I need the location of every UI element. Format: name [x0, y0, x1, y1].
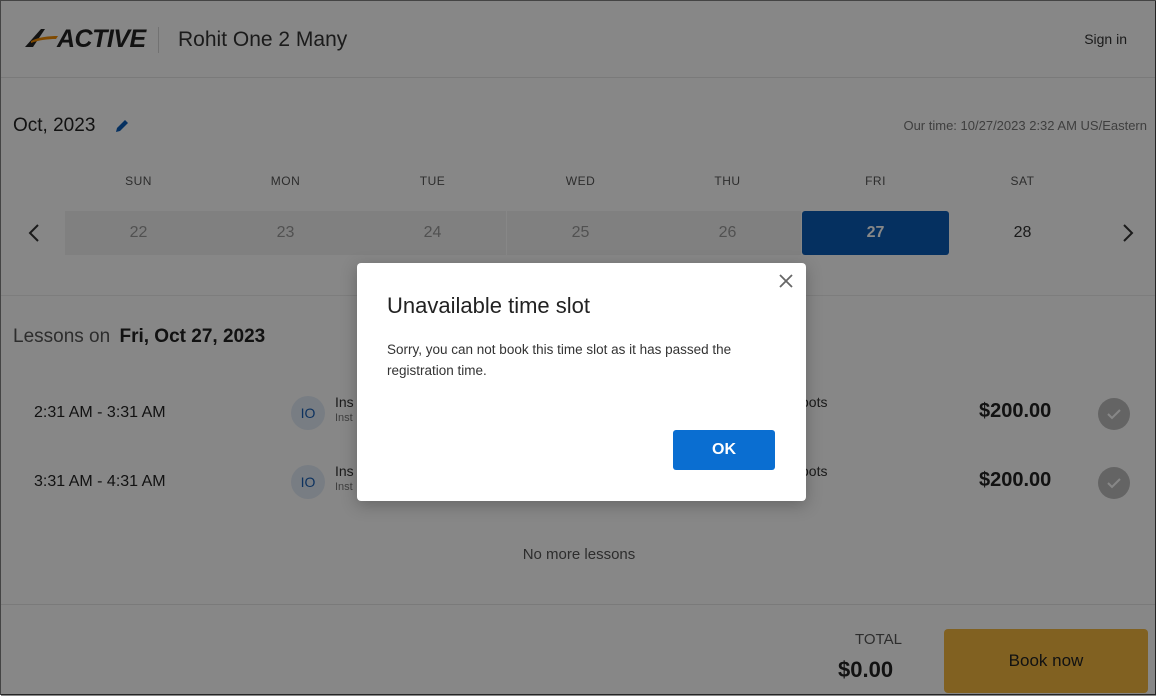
dialog-title: Unavailable time slot — [387, 293, 590, 318]
dialog-message: Sorry, you can not book this time slot a… — [387, 342, 732, 378]
ok-button[interactable]: OK — [673, 430, 775, 470]
close-icon[interactable] — [776, 271, 796, 291]
app-window: ACTIVE Rohit One 2 Many Sign in Oct, 202… — [0, 0, 1156, 696]
unavailable-slot-dialog: Unavailable time slot Sorry, you can not… — [357, 263, 806, 501]
